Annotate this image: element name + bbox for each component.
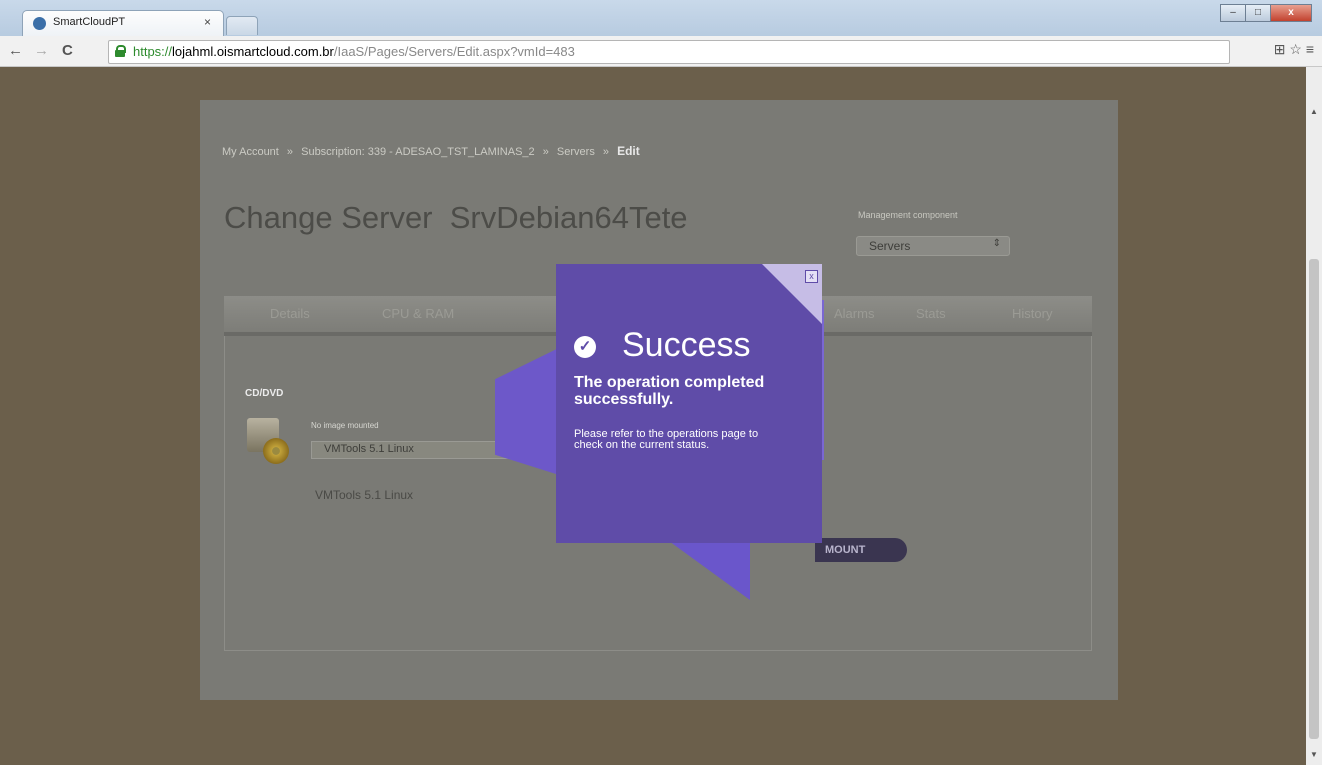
page-title: Change Server SrvDebian64Tete <box>224 200 688 235</box>
popup-close-button[interactable]: x <box>805 270 818 283</box>
breadcrumb-separator: » <box>542 146 549 158</box>
success-check-icon: ✓ <box>574 336 596 358</box>
breadcrumb-separator: » <box>602 146 610 158</box>
tab-history[interactable]: History <box>1012 306 1052 321</box>
vertical-scrollbar[interactable]: ▲ ▼ <box>1306 67 1322 765</box>
popup-message: The operation completed successfully. <box>574 374 765 408</box>
image-select-value: VMTools 5.1 Linux <box>324 443 414 455</box>
breadcrumb-current: Edit <box>617 144 640 158</box>
breadcrumb-servers[interactable]: Servers <box>557 146 595 158</box>
scroll-up-icon[interactable]: ▲ <box>1310 107 1318 116</box>
url-path: /IaaS/Pages/Servers/Edit.aspx?vmId=483 <box>333 44 575 59</box>
popup-heading: Success <box>622 326 751 364</box>
popup-detail: Please refer to the operations page to c… <box>574 428 759 451</box>
browser-titlebar: SmartCloudPT × – □ x <box>0 0 1322 37</box>
select-arrow-icon: ⇕ <box>992 238 1001 249</box>
tab-title: SmartCloudPT <box>53 16 126 28</box>
back-button[interactable]: ← <box>8 42 23 59</box>
tab-stats[interactable]: Stats <box>916 306 946 321</box>
mount-button[interactable]: MOUNT <box>815 538 907 562</box>
tab-close-icon[interactable]: × <box>204 15 211 29</box>
url-scheme: https:// <box>133 44 173 59</box>
address-bar[interactable]: https://lojahml.oismartcloud.com.br/IaaS… <box>108 40 1230 64</box>
breadcrumb-separator: » <box>286 146 294 158</box>
browser-tab[interactable]: SmartCloudPT × <box>22 10 224 37</box>
new-tab-button[interactable] <box>226 16 258 35</box>
reload-button[interactable]: C <box>62 42 73 59</box>
maximize-button[interactable]: □ <box>1245 4 1271 22</box>
cd-drive-icon <box>247 418 291 466</box>
window-controls: – □ x <box>1220 4 1312 22</box>
url-text: https://lojahml.oismartcloud.com.br/IaaS… <box>133 44 575 59</box>
management-component-label: Management component <box>858 210 958 220</box>
minimize-button[interactable]: – <box>1220 4 1246 22</box>
tab-alarms[interactable]: Alarms <box>834 306 874 321</box>
tab-cpu-ram[interactable]: CPU & RAM <box>382 306 454 321</box>
scroll-down-icon[interactable]: ▼ <box>1310 750 1318 759</box>
secure-lock-icon <box>115 45 126 57</box>
success-popup: x ✓ Success The operation completed succ… <box>556 264 822 543</box>
window-close-button[interactable]: x <box>1270 4 1312 22</box>
cd-dvd-label: CD/DVD <box>245 388 284 399</box>
breadcrumb-my-account[interactable]: My Account <box>222 146 279 158</box>
selected-image-caption: VMTools 5.1 Linux <box>315 488 414 502</box>
management-component-value: Servers <box>869 239 911 253</box>
forward-button[interactable]: → <box>34 42 49 59</box>
site-favicon-icon <box>33 17 46 30</box>
breadcrumb: My Account » Subscription: 339 - ADESAO_… <box>222 144 640 158</box>
scrollbar-thumb[interactable] <box>1309 259 1319 739</box>
url-host: lojahml.oismartcloud.com.br <box>172 44 334 59</box>
mount-status-text: No image mounted <box>311 421 379 430</box>
toolbar-menu-icons[interactable]: ⊞ ☆ ≡ <box>1274 41 1314 58</box>
tab-details[interactable]: Details <box>270 306 310 321</box>
management-component-select[interactable]: Servers ⇕ <box>856 236 1010 256</box>
image-select[interactable]: VMTools 5.1 Linux <box>311 441 513 459</box>
breadcrumb-subscription[interactable]: Subscription: 339 - ADESAO_TST_LAMINAS_2 <box>301 146 535 158</box>
browser-toolbar: ← → C https://lojahml.oismartcloud.com.b… <box>0 36 1322 67</box>
